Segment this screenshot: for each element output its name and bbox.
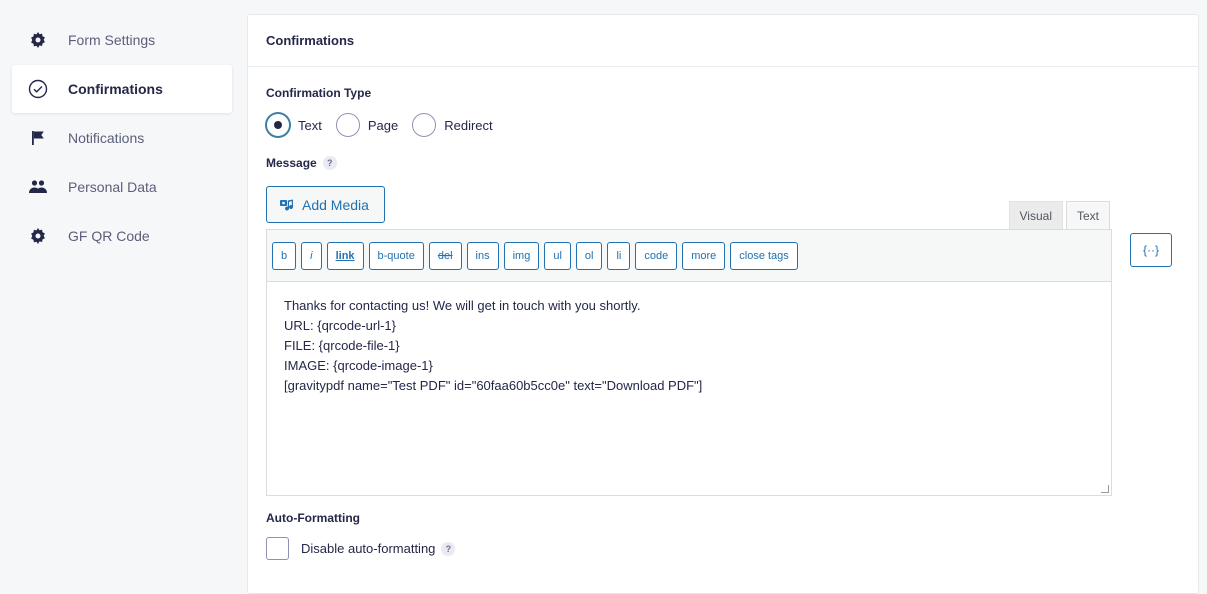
checkbox-label: Disable auto-formatting (301, 541, 436, 556)
disable-autoformat-row: Disable auto-formatting ? (266, 537, 456, 560)
users-icon (27, 176, 49, 198)
confirmation-panel: Confirmations Confirmation Type Text Pag… (247, 14, 1199, 594)
confirmation-type-label: Confirmation Type (266, 86, 372, 100)
radio-circle[interactable] (266, 113, 290, 137)
sidebar-item-label: Personal Data (68, 179, 157, 195)
sidebar-item-gf-qr-code[interactable]: GF QR Code (12, 212, 232, 260)
settings-sidebar: Form Settings Confirmations Notification… (12, 16, 232, 261)
message-line: IMAGE: {qrcode-image-1} (284, 358, 433, 373)
message-line: Thanks for contacting us! We will get in… (284, 298, 641, 313)
media-icon (279, 197, 295, 213)
add-media-label: Add Media (302, 196, 369, 213)
gear-icon (27, 225, 49, 247)
confirmation-type-radios: Text Page Redirect (266, 113, 507, 137)
radio-redirect[interactable]: Redirect (412, 113, 493, 137)
qt-ins-button[interactable]: ins (466, 241, 499, 270)
qt-li-button[interactable]: li (607, 241, 631, 270)
editor-tabs: Visual Text (1008, 201, 1110, 229)
help-icon[interactable]: ? (441, 541, 456, 556)
radio-label: Page (367, 117, 399, 133)
sidebar-item-notifications[interactable]: Notifications (12, 114, 232, 162)
sidebar-item-form-settings[interactable]: Form Settings (12, 16, 232, 64)
resize-handle[interactable] (1101, 485, 1109, 493)
qt-link-button[interactable]: link (326, 241, 364, 270)
message-line: URL: {qrcode-url-1} (284, 318, 396, 333)
help-icon[interactable]: ? (322, 156, 337, 170)
qt-bold-button[interactable]: b (272, 241, 297, 270)
message-line: [gravitypdf name="Test PDF" id="60faa60b… (284, 378, 703, 393)
sidebar-item-confirmations[interactable]: Confirmations (12, 65, 232, 113)
tab-visual[interactable]: Visual (1008, 201, 1063, 229)
radio-page[interactable]: Page (335, 113, 399, 137)
qt-italic-button[interactable]: i (301, 241, 322, 270)
radio-label: Text (298, 117, 322, 133)
radio-label: Redirect (444, 117, 493, 133)
check-circle-icon (27, 78, 49, 100)
sidebar-item-label: Notifications (68, 130, 145, 146)
message-label: Message ? (266, 156, 337, 170)
qt-code-button[interactable]: code (635, 241, 678, 270)
radio-text[interactable]: Text (266, 113, 322, 137)
radio-circle[interactable] (412, 113, 437, 137)
sidebar-item-personal-data[interactable]: Personal Data (12, 163, 232, 211)
message-label-text: Message (266, 156, 317, 170)
sidebar-item-label: Form Settings (68, 32, 156, 48)
flag-icon (27, 127, 49, 149)
quicktags-toolbar: b i link b-quote del ins img ul ol li co… (266, 229, 1112, 281)
panel-title: Confirmations (248, 15, 1198, 67)
sidebar-item-label: Confirmations (68, 81, 163, 97)
auto-formatting-label: Auto-Formatting (266, 511, 360, 525)
message-textarea[interactable]: Thanks for contacting us! We will get in… (266, 281, 1112, 496)
gear-icon (27, 29, 49, 51)
qt-del-button[interactable]: del (428, 241, 462, 270)
tab-text[interactable]: Text (1065, 201, 1110, 229)
qt-more-button[interactable]: more (682, 241, 726, 270)
qt-ol-button[interactable]: ol (575, 241, 603, 270)
merge-tags-button[interactable]: {··} (1130, 233, 1172, 267)
qt-bquote-button[interactable]: b-quote (368, 241, 424, 270)
radio-circle[interactable] (335, 113, 360, 137)
qt-ul-button[interactable]: ul (544, 241, 571, 270)
qt-img-button[interactable]: img (503, 241, 540, 270)
add-media-button[interactable]: Add Media (266, 186, 385, 223)
sidebar-item-label: GF QR Code (68, 228, 150, 244)
disable-autoformat-checkbox[interactable] (266, 537, 289, 560)
message-line: FILE: {qrcode-file-1} (284, 338, 400, 353)
qt-close-tags-button[interactable]: close tags (730, 241, 798, 270)
